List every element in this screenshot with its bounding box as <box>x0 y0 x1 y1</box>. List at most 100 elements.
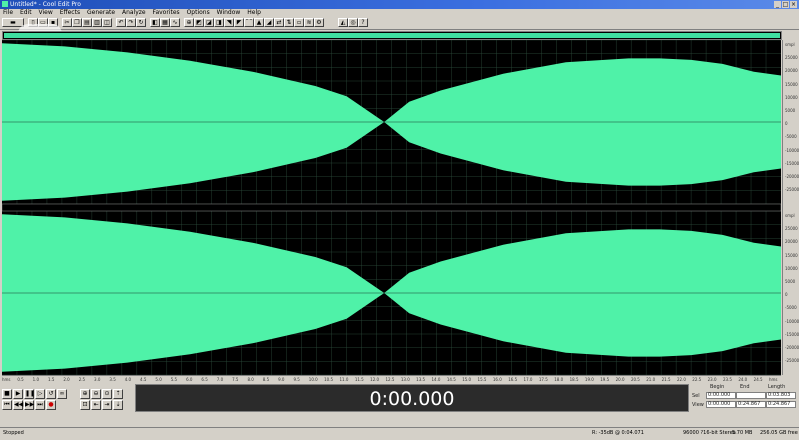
go-to-end-button[interactable]: ⏭ <box>35 400 45 410</box>
ruler-label: 5000 <box>785 108 796 113</box>
cut-icon[interactable]: ✂ <box>62 18 72 27</box>
rewind-button[interactable]: ◀◀ <box>13 400 23 410</box>
fast-forward-button[interactable]: ▶▶ <box>24 400 34 410</box>
zoom-vertical-in-icon[interactable]: ⇡ <box>113 389 123 399</box>
play-button[interactable]: ▶ <box>13 389 23 399</box>
open-file-icon[interactable]: ▭ <box>38 18 48 27</box>
overview-view-range[interactable] <box>4 33 780 38</box>
trim-icon[interactable]: ◫ <box>102 18 112 27</box>
cd-player-icon[interactable]: ◎ <box>348 18 358 27</box>
zoom-selection-icon[interactable]: ⊡ <box>80 400 90 410</box>
status-free: 256.05 GB free <box>760 430 798 436</box>
timeline-label: 17.5 <box>538 377 548 382</box>
zoom-full-icon[interactable]: ⊙ <box>102 389 112 399</box>
copy-icon[interactable]: ❐ <box>72 18 82 27</box>
channel-separator <box>2 203 781 212</box>
view-length-field[interactable]: 0:24.867 <box>766 401 796 408</box>
menu-window[interactable]: Window <box>217 9 241 16</box>
timeline-label: 14.0 <box>431 377 441 382</box>
ruler-label: 0 <box>785 292 788 298</box>
new-file-icon[interactable]: ▯ <box>28 18 38 27</box>
pause-button[interactable]: ❚❚ <box>24 389 35 399</box>
noise-reduction-icon[interactable]: ≋ <box>304 18 314 27</box>
menu-file[interactable]: File <box>3 9 13 16</box>
menu-view[interactable]: View <box>39 9 53 16</box>
menu-help[interactable]: Help <box>247 9 261 16</box>
redo-icon[interactable]: ↷ <box>126 18 136 27</box>
silence-icon[interactable]: ▫ <box>294 18 304 27</box>
menu-options[interactable]: Options <box>187 9 210 16</box>
sel-end-field[interactable] <box>736 392 766 399</box>
timeline-label: 13.5 <box>416 377 426 382</box>
minimize-button[interactable]: _ <box>774 1 781 8</box>
zoom-icon[interactable]: ⊕ <box>184 18 194 27</box>
timeline-label: 17.0 <box>523 377 533 382</box>
save-icon[interactable]: ▪ <box>48 18 58 27</box>
envelope-icon[interactable]: ⌒ <box>244 18 254 27</box>
status-cursor: R: -35dB @ 0:04.071 <box>592 430 644 436</box>
timeline-label: 7.5 <box>232 377 239 382</box>
menu-generate[interactable]: Generate <box>87 9 115 16</box>
timeline-label: 7.0 <box>216 377 224 382</box>
loop-icon[interactable]: ∞ <box>57 389 67 399</box>
timeline-label: 21.0 <box>646 377 656 382</box>
metronome-icon[interactable]: ◭ <box>338 18 348 27</box>
maximize-button[interactable]: □ <box>782 1 789 8</box>
zoom-right-edge-icon[interactable]: ⇥ <box>102 400 112 410</box>
stop-button[interactable]: ■ <box>2 389 12 399</box>
ruler-label: 20000 <box>785 239 798 245</box>
timeline-label: 9.0 <box>278 377 285 382</box>
menu-effects[interactable]: Effects <box>60 9 80 16</box>
menu-analyze[interactable]: Analyze <box>122 9 146 16</box>
ruler-label: 25000 <box>785 55 798 61</box>
help-icon[interactable]: ? <box>358 18 368 27</box>
invert-icon[interactable]: ⇅ <box>284 18 294 27</box>
channel-mixer-icon[interactable]: ◥ <box>224 18 234 27</box>
zoom-vertical-out-icon[interactable]: ⇣ <box>113 400 123 410</box>
timeline-label: 6.5 <box>201 377 208 382</box>
sel-begin-field[interactable]: 0:00.000 <box>706 392 736 399</box>
go-to-start-button[interactable]: ⏮ <box>2 400 12 410</box>
record-button[interactable]: ● <box>46 400 56 410</box>
ruler-label: 5000 <box>785 279 796 284</box>
play-to-end-button[interactable]: ▷ <box>35 389 45 399</box>
repeat-icon[interactable]: ↻ <box>136 18 146 27</box>
mix-icon[interactable]: ◧ <box>150 18 160 27</box>
waveform-view-icon[interactable]: ∿ <box>170 18 180 27</box>
menu-edit[interactable]: Edit <box>20 9 32 16</box>
ruler-label: -20000 <box>785 345 799 350</box>
edit-right-channel-icon[interactable]: ◪ <box>204 18 214 27</box>
window-title: Untitled* - Cool Edit Pro <box>10 1 81 8</box>
ruler-label: -20000 <box>785 174 799 179</box>
close-button[interactable]: × <box>790 1 797 8</box>
sel-length-field[interactable]: 0:03.803 <box>766 392 796 399</box>
waveform-display[interactable] <box>2 40 781 375</box>
mono-icon[interactable]: ◨ <box>214 18 224 27</box>
menu-favorites[interactable]: Favorites <box>153 9 180 16</box>
multitrack-toggle-button[interactable]: ▬ <box>2 18 24 27</box>
timeline-label: 24.0 <box>738 377 748 382</box>
paste-mix-icon[interactable]: ▥ <box>92 18 102 27</box>
overview-strip[interactable] <box>2 31 782 40</box>
timeline-label: 16.0 <box>492 377 502 382</box>
settings-icon[interactable]: ⚙ <box>314 18 324 27</box>
zoom-in-icon[interactable]: ⊕ <box>80 389 90 399</box>
timeline-label: 20.0 <box>615 377 625 382</box>
reverse-icon[interactable]: ⇄ <box>274 18 284 27</box>
view-begin-field[interactable]: 0:00.000 <box>706 401 736 408</box>
timeline-label: 21.5 <box>661 377 671 382</box>
timeline-label: 12.5 <box>385 377 395 382</box>
view-end-field[interactable]: 0:24.867 <box>736 401 766 408</box>
fade-icon[interactable]: ◢ <box>264 18 274 27</box>
ruler-label: -5000 <box>785 134 797 140</box>
edit-left-channel-icon[interactable]: ◩ <box>194 18 204 27</box>
zoom-left-edge-icon[interactable]: ⇤ <box>91 400 101 410</box>
paste-icon[interactable]: ▤ <box>82 18 92 27</box>
zoom-out-icon[interactable]: ⊖ <box>91 389 101 399</box>
normalize-icon[interactable]: ▲ <box>254 18 264 27</box>
undo-icon[interactable]: ↶ <box>116 18 126 27</box>
amplify-icon[interactable]: ◤ <box>234 18 244 27</box>
time-ruler[interactable]: hms 0.5 1.0 1.5 2.0 2.5 3.0 3.5 4.0 4.5 5.0 5.5 6.0 6… <box>2 375 781 384</box>
spectral-view-icon[interactable]: ▦ <box>160 18 170 27</box>
play-looped-button[interactable]: ↺ <box>46 389 56 399</box>
